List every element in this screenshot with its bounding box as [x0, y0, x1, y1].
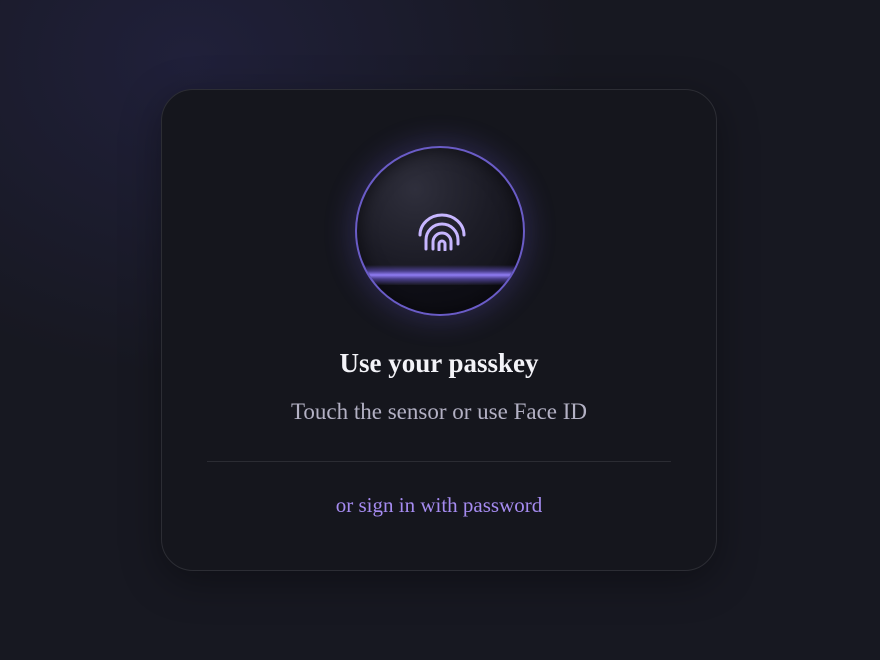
scan-line [357, 265, 523, 285]
scan-shade [357, 285, 523, 314]
card-subtitle: Touch the sensor or use Face ID [290, 399, 588, 424]
biometric-sensor-button[interactable] [355, 146, 525, 316]
card-title: Use your passkey [339, 348, 539, 378]
sign-in-with-password-link[interactable]: or sign in with password [162, 493, 716, 518]
fingerprint-icon [418, 213, 466, 251]
passkey-card: Use your passkey Touch the sensor or use… [161, 89, 717, 571]
divider [207, 461, 671, 462]
sensor-container [355, 146, 525, 316]
